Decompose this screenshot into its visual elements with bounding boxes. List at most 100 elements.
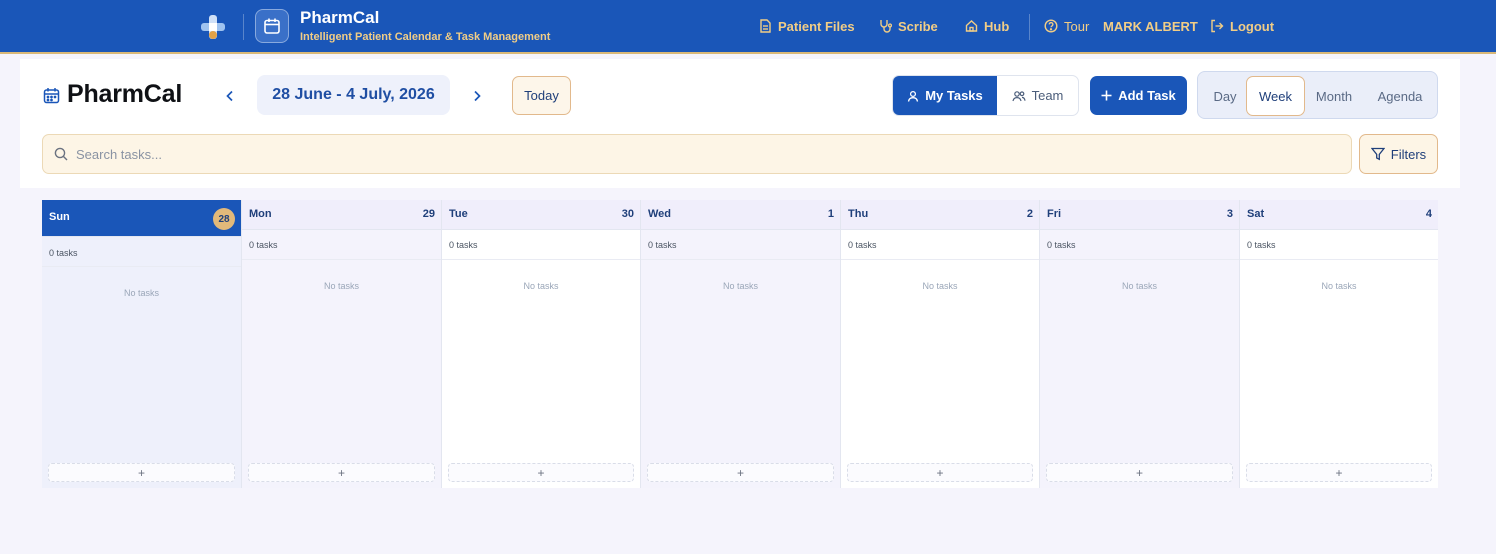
task-count: 0 tasks — [648, 240, 677, 250]
week-grid: Sun 28 0 tasks No tasks + Mon 29 0 tasks… — [42, 200, 1438, 488]
empty-state-text: No tasks — [123, 288, 159, 298]
add-task-slot[interactable]: + — [448, 463, 634, 482]
logout-icon — [1211, 19, 1224, 33]
nav-divider — [1029, 14, 1030, 40]
file-icon — [760, 19, 771, 33]
nav-patient-files-label: Patient Files — [778, 18, 855, 34]
today-date-badge: 28 — [213, 208, 235, 230]
task-count: 0 tasks — [1247, 240, 1276, 250]
add-task-slot[interactable]: + — [1046, 463, 1233, 482]
user-name[interactable]: MARK ALBERT — [1103, 17, 1198, 35]
add-task-slot[interactable]: + — [847, 463, 1033, 482]
empty-state-text: No tasks — [323, 281, 359, 291]
team-icon — [1012, 90, 1026, 101]
day-column-wed[interactable]: Wed 1 0 tasks No tasks + — [641, 200, 841, 488]
add-task-slot[interactable]: + — [647, 463, 834, 482]
nav-tour-label: Tour — [1064, 18, 1090, 34]
top-nav-bar: PharmCal Intelligent Patient Calendar & … — [0, 0, 1496, 54]
page-title: PharmCal — [67, 80, 183, 108]
nav-tour[interactable]: Tour — [1044, 17, 1089, 35]
day-number: 3 — [1226, 208, 1233, 220]
view-switcher: Day Week Month Agenda — [1197, 71, 1438, 119]
today-button[interactable]: Today — [512, 76, 571, 115]
empty-state-text: No tasks — [523, 281, 559, 291]
filters-label: Filters — [1390, 146, 1427, 162]
day-name: Thu — [848, 208, 869, 220]
team-label: Team — [1031, 88, 1064, 103]
day-number: 2 — [1026, 208, 1033, 220]
brand-subtitle: Intelligent Patient Calendar & Task Mana… — [300, 31, 551, 43]
day-header: Sat 4 — [1240, 200, 1438, 230]
nav-scribe[interactable]: Scribe — [879, 17, 938, 35]
day-header: Tue 30 — [442, 200, 640, 230]
date-range-label: 28 June - 4 July, 2026 — [257, 75, 450, 115]
day-name: Tue — [449, 208, 468, 220]
task-scope-toggle: My Tasks Team — [892, 75, 1079, 116]
calendar-app-icon — [255, 9, 289, 43]
empty-state-text: No tasks — [722, 281, 758, 291]
calendar-icon — [43, 88, 60, 104]
day-column-sun[interactable]: Sun 28 0 tasks No tasks + — [42, 200, 242, 488]
day-name: Sat — [1247, 208, 1265, 220]
user-name-label: MARK ALBERT — [1103, 18, 1198, 34]
filters-button[interactable]: Filters — [1359, 134, 1438, 174]
day-header: Sun 28 — [42, 200, 241, 237]
my-tasks-button[interactable]: My Tasks — [893, 76, 997, 115]
empty-state-text: No tasks — [1321, 281, 1357, 291]
chevron-right-icon — [474, 90, 481, 102]
task-count: 0 tasks — [1047, 240, 1076, 250]
stethoscope-icon — [880, 20, 892, 33]
search-bar — [42, 134, 1352, 174]
day-column-fri[interactable]: Fri 3 0 tasks No tasks + — [1040, 200, 1240, 488]
day-name: Wed — [648, 208, 672, 220]
user-icon — [908, 90, 919, 102]
day-column-tue[interactable]: Tue 30 0 tasks No tasks + — [442, 200, 641, 488]
nav-logout-label: Logout — [1230, 18, 1275, 34]
plus-icon — [1101, 90, 1112, 101]
task-count: 0 tasks — [449, 240, 478, 250]
day-column-mon[interactable]: Mon 29 0 tasks No tasks + — [242, 200, 442, 488]
nav-hub[interactable]: Hub — [965, 17, 1009, 35]
task-count: 0 tasks — [249, 240, 278, 250]
chevron-left-icon — [226, 90, 233, 102]
task-count: 0 tasks — [848, 240, 877, 250]
view-day-button[interactable]: Day — [1203, 76, 1247, 116]
view-week-button[interactable]: Week — [1246, 76, 1305, 116]
add-task-button[interactable]: Add Task — [1090, 76, 1187, 115]
add-task-label: Add Task — [1118, 88, 1176, 103]
add-task-slot[interactable]: + — [1246, 463, 1432, 482]
day-header: Wed 1 — [641, 200, 840, 230]
filter-icon — [1370, 147, 1385, 161]
day-name: Mon — [249, 208, 272, 220]
day-number: 4 — [1425, 208, 1432, 220]
home-icon — [965, 20, 978, 32]
search-input[interactable] — [76, 146, 1276, 162]
empty-state-text: No tasks — [1121, 281, 1157, 291]
nav-logout[interactable]: Logout — [1210, 17, 1274, 35]
next-week-button[interactable] — [467, 86, 487, 106]
day-name: Fri — [1047, 208, 1062, 220]
help-circle-icon — [1044, 19, 1058, 33]
day-number: 29 — [422, 208, 435, 220]
brand-title: PharmCal — [300, 8, 380, 27]
previous-week-button[interactable] — [220, 86, 240, 106]
day-header: Thu 2 — [841, 200, 1039, 230]
search-icon — [54, 147, 68, 161]
day-number: 1 — [827, 208, 834, 220]
nav-scribe-label: Scribe — [898, 18, 938, 34]
team-button[interactable]: Team — [997, 76, 1078, 115]
task-count: 0 tasks — [49, 248, 78, 258]
nav-divider — [243, 14, 244, 40]
nav-patient-files[interactable]: Patient Files — [759, 17, 855, 35]
nav-hub-label: Hub — [984, 18, 1010, 34]
view-month-button[interactable]: Month — [1305, 76, 1363, 116]
medical-cross-logo-icon[interactable] — [199, 13, 227, 41]
day-column-thu[interactable]: Thu 2 0 tasks No tasks + — [841, 200, 1040, 488]
add-task-slot[interactable]: + — [248, 463, 435, 482]
day-column-sat[interactable]: Sat 4 0 tasks No tasks + — [1240, 200, 1438, 488]
view-agenda-button[interactable]: Agenda — [1364, 76, 1436, 116]
day-name: Sun — [49, 211, 70, 223]
day-number: 30 — [621, 208, 634, 220]
day-header: Mon 29 — [242, 200, 441, 230]
add-task-slot[interactable]: + — [48, 463, 235, 482]
